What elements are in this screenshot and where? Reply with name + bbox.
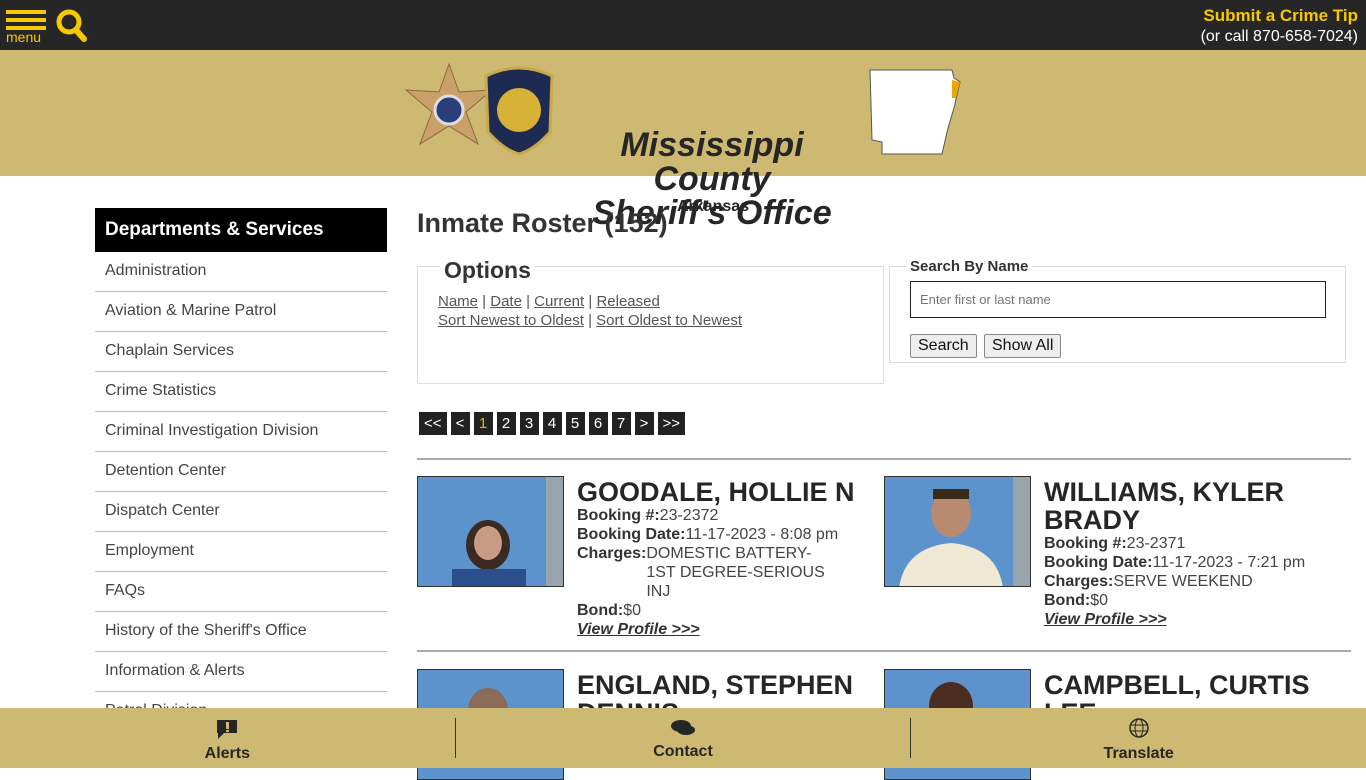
sort-oldest-link[interactable]: Sort Oldest to Newest — [596, 312, 742, 329]
chat-icon — [671, 720, 695, 735]
options-legend: Options — [440, 257, 535, 284]
bond: $0 — [1090, 592, 1108, 609]
page-1[interactable]: 1 — [473, 412, 493, 435]
top-bar: menu Submit a Crime Tip (or call 870-658… — [0, 0, 1366, 50]
globe-icon — [1128, 718, 1149, 738]
booking-date: 11-17-2023 - 7:21 pm — [1152, 554, 1306, 571]
sidebar-item[interactable]: Employment — [95, 532, 387, 572]
charges: SERVE WEEKEND — [1113, 573, 1253, 590]
search-icon[interactable] — [56, 9, 88, 43]
sort-newest-link[interactable]: Sort Newest to Oldest — [438, 312, 584, 329]
filter-released-link[interactable]: Released — [596, 293, 659, 310]
name-search-input[interactable] — [910, 281, 1326, 318]
inmate-name: GOODALE, HOLLIE N — [577, 477, 855, 507]
sort-date-link[interactable]: Date — [490, 293, 522, 310]
arkansas-map-icon — [869, 69, 961, 155]
pagination: << < 1 2 3 4 5 6 7 > >> — [419, 412, 686, 435]
search-button[interactable]: Search — [910, 334, 977, 358]
search-box: Search By Name Search Show All — [889, 258, 1346, 363]
page-first[interactable]: << — [419, 412, 447, 435]
filter-current-link[interactable]: Current — [534, 293, 584, 310]
booking-date: 11-17-2023 - 8:08 pm — [685, 526, 839, 543]
charges: DOMESTIC BATTERY-1ST DEGREE-SERIOUS INJ — [646, 545, 825, 600]
crime-tip-phone: (or call 870-658-7024) — [1200, 28, 1358, 45]
alerts-icon — [217, 720, 238, 739]
sheriff-badges-logo[interactable] — [404, 62, 564, 164]
sidebar-item[interactable]: Chaplain Services — [95, 332, 387, 372]
sidebar-item[interactable]: Information & Alerts — [95, 652, 387, 692]
page-next[interactable]: > — [634, 412, 654, 435]
sidebar-item[interactable]: History of the Sheriff's Office — [95, 612, 387, 652]
show-all-button[interactable]: Show All — [984, 334, 1062, 358]
menu-button[interactable]: menu — [6, 10, 46, 45]
sidebar-item[interactable]: Administration — [95, 252, 387, 292]
page-last[interactable]: >> — [657, 412, 686, 435]
alerts-button[interactable]: Alerts — [0, 708, 455, 768]
divider — [417, 650, 1351, 652]
page-5[interactable]: 5 — [565, 412, 585, 435]
options-box: Options Name | Date | Current | Released… — [417, 257, 884, 384]
divider — [417, 458, 1351, 460]
site-subtitle: Arkansas — [677, 198, 750, 215]
crime-tip-title[interactable]: Submit a Crime Tip — [1201, 6, 1358, 26]
menu-label: menu — [6, 29, 42, 45]
page-6[interactable]: 6 — [588, 412, 608, 435]
page-7[interactable]: 7 — [611, 412, 631, 435]
page-4[interactable]: 4 — [542, 412, 562, 435]
sidebar-item[interactable]: Dispatch Center — [95, 492, 387, 532]
bond: $0 — [623, 602, 641, 619]
page-3[interactable]: 3 — [519, 412, 539, 435]
sidebar-item[interactable]: Criminal Investigation Division — [95, 412, 387, 452]
sidebar-item[interactable]: Aviation & Marine Patrol — [95, 292, 387, 332]
sidebar-heading: Departments & Services — [95, 208, 387, 252]
sort-name-link[interactable]: Name — [438, 293, 478, 310]
sidebar-item[interactable]: Crime Statistics — [95, 372, 387, 412]
inmate-photo[interactable] — [884, 476, 1031, 587]
booking-number: 23-2371 — [1126, 535, 1186, 552]
crime-tip-link[interactable]: Submit a Crime Tip (or call 870-658-7024… — [1201, 6, 1358, 46]
inmate-name: WILLIAMS, KYLER BRADY — [1044, 477, 1284, 535]
translate-button[interactable]: Translate — [911, 708, 1366, 768]
inmate-photo[interactable] — [417, 476, 564, 587]
sidebar-item[interactable]: Detention Center — [95, 452, 387, 492]
view-profile-link[interactable]: View Profile >>> — [1044, 611, 1167, 628]
booking-number: 23-2372 — [659, 507, 719, 524]
page-title: Inmate Roster (152) — [417, 208, 668, 238]
footer-bar: Alerts Contact Translate — [0, 708, 1366, 768]
search-legend: Search By Name — [906, 258, 1033, 275]
page-2[interactable]: 2 — [496, 412, 516, 435]
contact-button[interactable]: Contact — [456, 708, 911, 768]
page-prev[interactable]: < — [450, 412, 470, 435]
sidebar-nav: Departments & Services Administration Avi… — [95, 208, 387, 732]
header-banner: Mississippi County Sheriff's Office Arkan… — [0, 50, 1366, 230]
view-profile-link[interactable]: View Profile >>> — [577, 621, 700, 638]
sidebar-item[interactable]: FAQs — [95, 572, 387, 612]
